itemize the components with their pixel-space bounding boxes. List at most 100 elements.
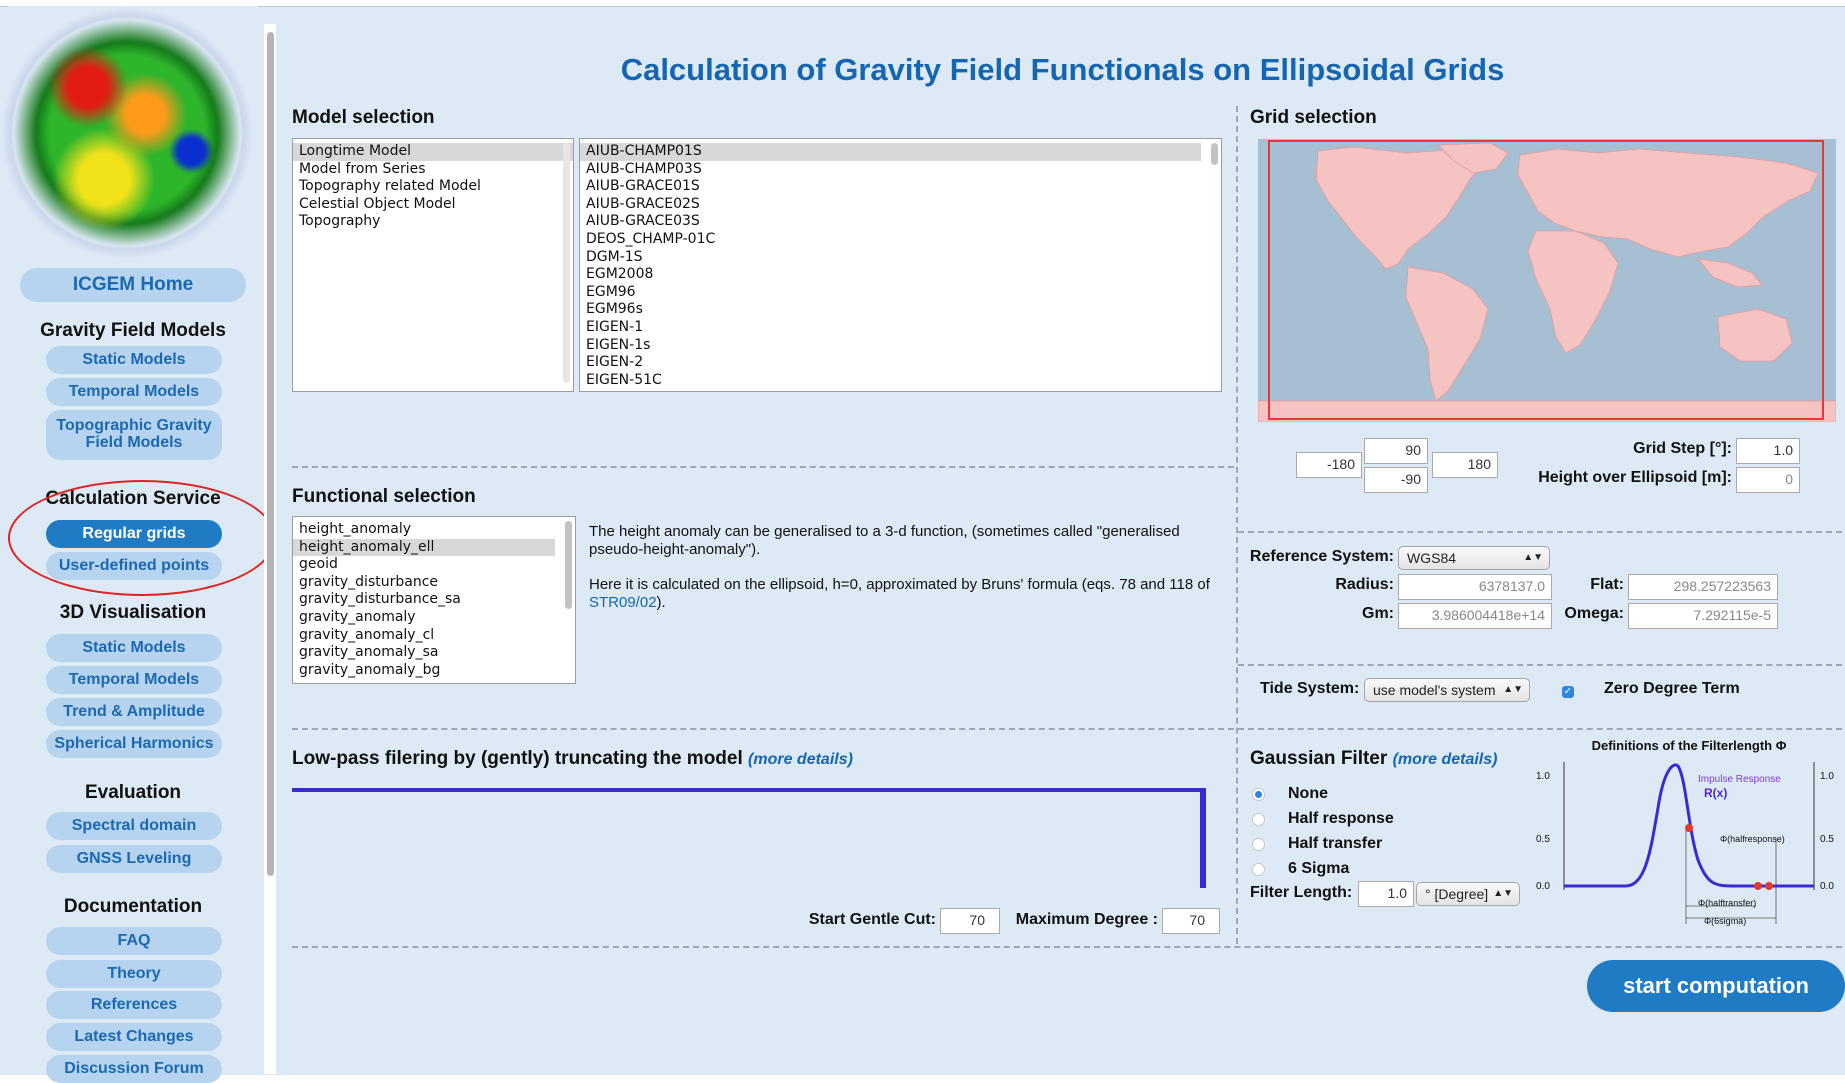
list-item[interactable]: AIUB-GRACE02S bbox=[580, 196, 1221, 214]
maximum-degree-input[interactable]: 70 bbox=[1162, 908, 1220, 934]
list-item[interactable]: AIUB-GRACE01S bbox=[580, 178, 1221, 196]
filter-length-input[interactable]: 1.0 bbox=[1358, 881, 1414, 907]
list-item[interactable]: height_anomaly_ell bbox=[293, 538, 555, 557]
reference-system-label: Reference System: bbox=[1249, 548, 1394, 565]
curve-label: R(x) bbox=[1704, 786, 1728, 800]
sidebar-scrollbar-thumb[interactable] bbox=[267, 32, 274, 876]
nav-static-models[interactable]: Static Models bbox=[46, 346, 222, 374]
description-paragraph: Here it is calculated on the ellipsoid, … bbox=[589, 576, 1223, 612]
list-item[interactable]: EIGEN-1s bbox=[580, 337, 1221, 355]
list-item[interactable]: DGM-1S bbox=[580, 249, 1221, 267]
column-divider bbox=[1236, 106, 1238, 944]
radio-button[interactable] bbox=[1252, 863, 1265, 876]
list-item[interactable]: Model from Series bbox=[293, 161, 573, 179]
list-item[interactable]: AIUB-CHAMP01S bbox=[580, 143, 1201, 161]
nav-gnss-leveling[interactable]: GNSS Leveling bbox=[46, 845, 222, 873]
model-category-list[interactable]: Longtime Model Model from Series Topogra… bbox=[292, 138, 574, 392]
list-item[interactable]: AIUB-GRACE03S bbox=[580, 213, 1221, 231]
list-item[interactable]: Celestial Object Model bbox=[293, 196, 573, 214]
omega-label: Omega: bbox=[1564, 605, 1624, 622]
gravity-globe-logo[interactable] bbox=[12, 18, 242, 248]
section-title-gravity-field-models: Gravity Field Models bbox=[40, 320, 226, 341]
nav-latest-changes[interactable]: Latest Changes bbox=[46, 1023, 222, 1051]
zero-degree-checkbox[interactable]: ✓ bbox=[1562, 686, 1574, 698]
nav-spectral-domain[interactable]: Spectral domain bbox=[46, 812, 222, 840]
south-latitude-input[interactable]: -90 bbox=[1364, 467, 1428, 493]
north-latitude-input[interactable]: 90 bbox=[1364, 438, 1428, 464]
gaussian-more-details-link[interactable]: (more details) bbox=[1393, 751, 1498, 768]
str0902-link[interactable]: STR09/02 bbox=[589, 594, 657, 611]
list-item[interactable]: EIGEN-1 bbox=[580, 319, 1221, 337]
model-list[interactable]: AIUB-CHAMP01S AIUB-CHAMP03S AIUB-GRACE01… bbox=[579, 138, 1222, 392]
section-title-3d-visualisation: 3D Visualisation bbox=[59, 602, 207, 623]
start-gentle-cut-input[interactable]: 70 bbox=[940, 908, 1000, 934]
filter-unit-value: ° [Degree] bbox=[1425, 886, 1489, 902]
nav-temporal-models[interactable]: Temporal Models bbox=[46, 378, 222, 406]
icgem-home-button[interactable]: ICGEM Home bbox=[20, 268, 246, 302]
maximum-degree-label: Maximum Degree : bbox=[1015, 911, 1158, 928]
list-item[interactable]: EIGEN-51C bbox=[580, 372, 1221, 390]
tide-system-select[interactable]: use model's system ▲▼ bbox=[1364, 678, 1530, 702]
filter-unit-select[interactable]: ° [Degree] ▲▼ bbox=[1416, 882, 1520, 906]
list-scrollbar[interactable] bbox=[565, 521, 572, 609]
gm-label: Gm: bbox=[1362, 605, 1394, 622]
list-item[interactable]: gravity_anomaly bbox=[293, 609, 575, 627]
list-item[interactable]: Topography related Model bbox=[293, 178, 573, 196]
lowpass-more-details-link[interactable]: (more details) bbox=[748, 751, 853, 768]
functional-description: The height anomaly can be generalised to… bbox=[589, 523, 1223, 612]
list-item[interactable]: EGM2008 bbox=[580, 266, 1221, 284]
list-item[interactable]: EGM96s bbox=[580, 301, 1221, 319]
section-title-documentation: Documentation bbox=[63, 896, 203, 917]
model-selection-header: Model selection bbox=[292, 107, 435, 128]
list-scrollbar[interactable] bbox=[563, 143, 570, 383]
page-title: Calculation of Gravity Field Functionals… bbox=[620, 52, 1505, 87]
list-scrollbar[interactable] bbox=[1211, 143, 1218, 165]
gm-input[interactable]: 3.986004418e+14 bbox=[1398, 603, 1552, 629]
grid-bounding-box[interactable] bbox=[1268, 140, 1824, 420]
truncation-curve-horizontal bbox=[292, 788, 1204, 792]
description-text: Here it is calculated on the ellipsoid, … bbox=[589, 576, 1210, 593]
description-paragraph: The height anomaly can be generalised to… bbox=[589, 523, 1180, 558]
nav-theory[interactable]: Theory bbox=[46, 960, 222, 988]
list-item[interactable]: EIGEN-2 bbox=[580, 354, 1221, 372]
functional-list[interactable]: height_anomaly height_anomaly_ell geoid … bbox=[292, 516, 576, 684]
reference-system-select[interactable]: WGS84 ▲▼ bbox=[1398, 546, 1550, 570]
list-item[interactable]: DEOS_CHAMP-01C bbox=[580, 231, 1221, 249]
nav-references[interactable]: References bbox=[46, 991, 222, 1019]
list-item[interactable]: gravity_disturbance_sa bbox=[293, 591, 575, 609]
radio-button[interactable] bbox=[1252, 788, 1265, 801]
height-over-ellipsoid-input[interactable]: 0 bbox=[1736, 467, 1800, 493]
grid-step-input[interactable]: 1.0 bbox=[1736, 438, 1800, 464]
flat-input[interactable]: 298.257223563 bbox=[1628, 574, 1778, 600]
list-item[interactable]: height_anomaly bbox=[293, 521, 575, 539]
start-computation-button[interactable]: start computation bbox=[1587, 960, 1845, 1012]
nav-spherical-harmonics[interactable]: Spherical Harmonics bbox=[46, 730, 222, 758]
list-item[interactable]: AIUB-CHAMP03S bbox=[580, 161, 1221, 179]
list-item[interactable]: gravity_anomaly_sa bbox=[293, 644, 575, 662]
radius-input[interactable]: 6378137.0 bbox=[1398, 574, 1552, 600]
list-item[interactable]: geoid bbox=[293, 556, 575, 574]
section-title-evaluation: Evaluation bbox=[84, 782, 182, 803]
nav-3d-static-models[interactable]: Static Models bbox=[46, 634, 222, 662]
list-item[interactable]: Topography bbox=[293, 213, 573, 231]
radio-label: None bbox=[1288, 785, 1328, 802]
list-item[interactable]: gravity_anomaly_bg bbox=[293, 662, 575, 680]
omega-input[interactable]: 7.292115e-5 bbox=[1628, 603, 1778, 629]
nav-faq[interactable]: FAQ bbox=[46, 927, 222, 955]
list-item[interactable]: EGM96 bbox=[580, 284, 1221, 302]
nav-discussion-forum[interactable]: Discussion Forum bbox=[46, 1055, 222, 1083]
list-item[interactable]: gravity_disturbance bbox=[293, 574, 575, 592]
section-divider bbox=[1238, 531, 1842, 533]
radio-button[interactable] bbox=[1252, 813, 1265, 826]
nav-3d-temporal-models[interactable]: Temporal Models bbox=[46, 666, 222, 694]
radius-label: Radius: bbox=[1335, 576, 1394, 593]
list-item[interactable]: Longtime Model bbox=[293, 143, 573, 161]
list-item[interactable]: gravity_anomaly_cl bbox=[293, 627, 575, 645]
radio-label: Half response bbox=[1288, 810, 1394, 827]
radio-button[interactable] bbox=[1252, 838, 1265, 851]
nav-trend-amplitude[interactable]: Trend & Amplitude bbox=[46, 698, 222, 726]
nav-topographic-gravity-field-models[interactable]: Topographic Gravity Field Models bbox=[46, 410, 222, 460]
west-longitude-input[interactable]: -180 bbox=[1296, 452, 1362, 478]
y-tick-label: 1.0 bbox=[1820, 771, 1834, 782]
tide-system-value: use model's system bbox=[1373, 682, 1496, 698]
